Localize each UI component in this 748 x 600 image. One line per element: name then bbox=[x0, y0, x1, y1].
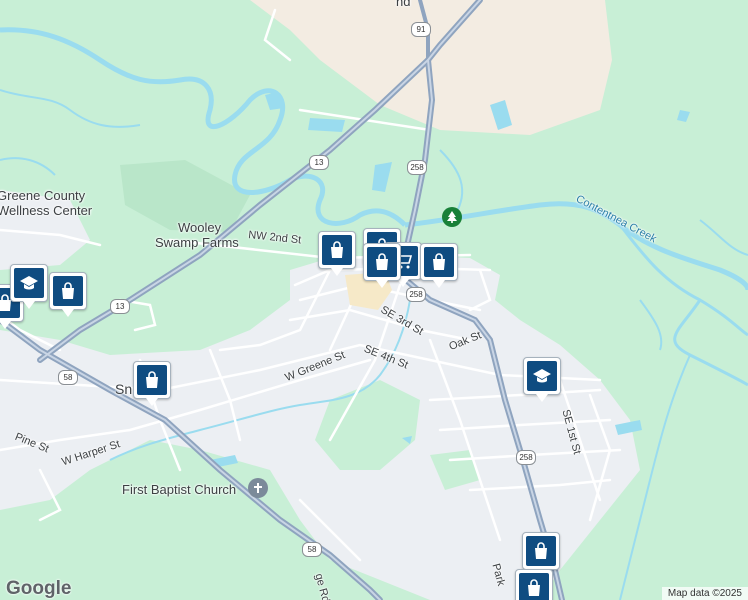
route-258-shield-downtown: 258 bbox=[406, 287, 426, 302]
shopping-bag-icon bbox=[535, 542, 547, 559]
route-58-shield-south: 58 bbox=[302, 542, 322, 557]
route-58-shield: 58 bbox=[58, 370, 78, 385]
church-icon[interactable] bbox=[248, 478, 268, 498]
route-13-shield-west: 13 bbox=[110, 299, 130, 314]
route-258-shield: 258 bbox=[407, 160, 427, 175]
shopping-bag-icon bbox=[331, 241, 343, 258]
route-258-shield-south: 258 bbox=[516, 450, 536, 465]
park-tree-icon[interactable] bbox=[442, 207, 462, 227]
shopping-pin[interactable] bbox=[318, 231, 356, 276]
shopping-pin[interactable] bbox=[49, 272, 87, 317]
map-canvas[interactable]: nd Greene County Wellness Center Wooley … bbox=[0, 0, 748, 600]
route-91-shield: 91 bbox=[411, 22, 431, 37]
school-pin[interactable] bbox=[523, 357, 561, 402]
label-wooley-swamp-farms[interactable]: Swamp Farms bbox=[155, 235, 239, 250]
shopping-bag-icon bbox=[146, 371, 158, 388]
graduation-cap-icon bbox=[20, 276, 38, 290]
shopping-bag-icon bbox=[376, 253, 388, 270]
route-13-shield: 13 bbox=[309, 155, 329, 170]
shopping-pin[interactable] bbox=[363, 243, 401, 288]
google-logo: Google bbox=[6, 578, 72, 599]
shopping-pin[interactable] bbox=[420, 243, 458, 288]
graduation-cap-icon bbox=[533, 369, 551, 383]
shopping-bag-icon bbox=[528, 579, 540, 596]
shopping-pin[interactable] bbox=[515, 569, 553, 600]
shopping-bag-icon bbox=[433, 253, 445, 270]
shopping-pin[interactable] bbox=[522, 532, 560, 577]
shopping-pin[interactable] bbox=[133, 361, 171, 406]
label-top-road: nd bbox=[396, 0, 411, 9]
school-pin[interactable] bbox=[10, 264, 48, 309]
map-attribution[interactable]: Map data ©2025 bbox=[661, 587, 748, 600]
label-wellness-center-1[interactable]: Greene County bbox=[0, 188, 85, 203]
label-wellness-center-2[interactable]: Wellness Center bbox=[0, 203, 92, 218]
shopping-bag-icon bbox=[62, 282, 74, 299]
label-wooley[interactable]: Wooley bbox=[178, 220, 221, 235]
label-first-baptist-church[interactable]: First Baptist Church bbox=[122, 482, 236, 497]
